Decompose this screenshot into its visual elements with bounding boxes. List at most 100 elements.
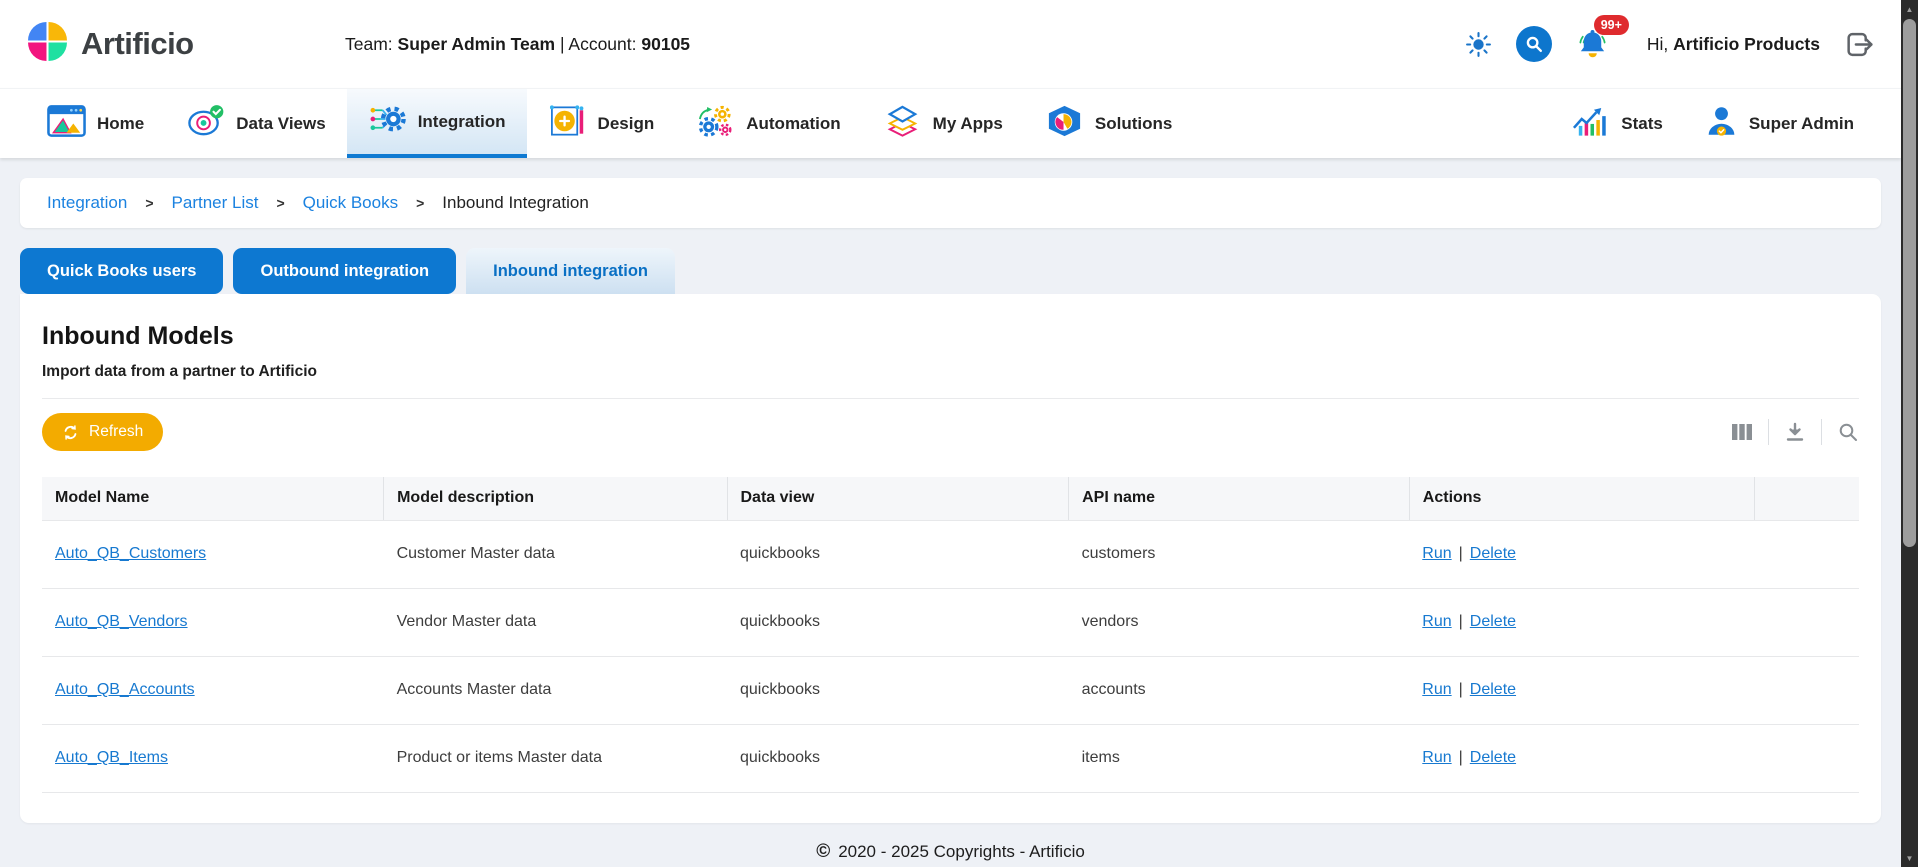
run-link[interactable]: Run	[1422, 749, 1451, 766]
nav-item-design[interactable]: Design	[527, 89, 676, 158]
main-nav: Home Data Views	[0, 88, 1901, 158]
model-name-link[interactable]: Auto_QB_Vendors	[55, 613, 188, 630]
run-link[interactable]: Run	[1422, 681, 1451, 698]
column-header-data-view: Data view	[727, 477, 1069, 520]
model-description-cell: Vendor Master data	[384, 588, 727, 656]
integration-tabs: Quick Books users Outbound integration I…	[20, 248, 1881, 294]
breadcrumb-partner-list[interactable]: Partner List	[172, 193, 259, 213]
delete-link[interactable]: Delete	[1470, 749, 1516, 766]
run-link[interactable]: Run	[1422, 545, 1451, 562]
scrollbar[interactable]: ▲ ▼	[1901, 0, 1918, 867]
table-header-row: Model Name Model description Data view A…	[42, 477, 1859, 520]
nav-item-solutions[interactable]: Solutions	[1024, 89, 1193, 158]
nav-item-data-views[interactable]: Data Views	[165, 89, 346, 158]
nav-item-stats[interactable]: Stats	[1550, 104, 1684, 143]
global-search-icon[interactable]	[1516, 26, 1552, 62]
table-row: Auto_QB_Customers Customer Master data q…	[42, 520, 1859, 588]
brand[interactable]: Artificio	[27, 21, 345, 67]
nav-label: Solutions	[1095, 114, 1172, 134]
model-name-link[interactable]: Auto_QB_Accounts	[55, 681, 195, 698]
run-link[interactable]: Run	[1422, 613, 1451, 630]
chevron-right-icon: >	[416, 195, 424, 211]
breadcrumb-current: Inbound Integration	[442, 193, 589, 213]
delete-link[interactable]: Delete	[1470, 545, 1516, 562]
data-view-cell: quickbooks	[727, 520, 1069, 588]
table-row: Auto_QB_Accounts Accounts Master data qu…	[42, 656, 1859, 724]
scrollbar-thumb[interactable]	[1903, 19, 1916, 547]
divider	[42, 398, 1859, 399]
column-visibility-icon[interactable]	[1731, 422, 1753, 442]
table-row: Auto_QB_Vendors Vendor Master data quick…	[42, 588, 1859, 656]
chevron-right-icon: >	[145, 195, 153, 211]
logout-icon[interactable]	[1844, 29, 1875, 60]
design-icon	[548, 104, 587, 143]
scroll-up-icon[interactable]: ▲	[1901, 1, 1918, 17]
divider	[1768, 419, 1769, 445]
action-separator: |	[1459, 613, 1463, 630]
model-description-cell: Product or items Master data	[384, 724, 727, 792]
nav-label: Design	[598, 114, 655, 134]
model-name-link[interactable]: Auto_QB_Items	[55, 749, 168, 766]
column-header-model-description: Model description	[384, 477, 727, 520]
nav-label: Data Views	[236, 114, 325, 134]
inbound-models-card: Inbound Models Import data from a partne…	[20, 294, 1881, 823]
stats-icon	[1571, 104, 1610, 143]
table-search-icon[interactable]	[1837, 421, 1859, 443]
nav-label: Super Admin	[1749, 114, 1854, 134]
action-separator: |	[1459, 545, 1463, 562]
api-name-cell: customers	[1069, 520, 1410, 588]
action-separator: |	[1459, 749, 1463, 766]
greeting-name: Artificio Products	[1673, 34, 1820, 54]
column-header-api-name: API name	[1069, 477, 1410, 520]
scroll-down-icon[interactable]: ▼	[1901, 850, 1918, 866]
action-separator: |	[1459, 681, 1463, 698]
nav-item-super-admin[interactable]: Super Admin	[1684, 104, 1875, 143]
model-name-link[interactable]: Auto_QB_Customers	[55, 545, 206, 562]
api-name-cell: items	[1069, 724, 1410, 792]
model-description-cell: Customer Master data	[384, 520, 727, 588]
table-toolbar: Refresh	[42, 413, 1859, 451]
data-view-cell: quickbooks	[727, 724, 1069, 792]
data-view-cell: quickbooks	[727, 588, 1069, 656]
tab-outbound-integration[interactable]: Outbound integration	[233, 248, 456, 294]
page-subtitle: Import data from a partner to Artificio	[42, 363, 1859, 381]
table-row: Auto_QB_Items Product or items Master da…	[42, 724, 1859, 792]
nav-item-automation[interactable]: Automation	[675, 89, 861, 158]
refresh-button[interactable]: Refresh	[42, 413, 163, 451]
data-view-cell: quickbooks	[727, 656, 1069, 724]
user-greeting: Hi, Artificio Products	[1647, 34, 1820, 55]
tab-inbound-integration[interactable]: Inbound integration	[466, 248, 675, 294]
nav-item-integration[interactable]: Integration	[347, 89, 527, 158]
super-admin-icon	[1705, 104, 1738, 143]
nav-item-my-apps[interactable]: My Apps	[862, 89, 1024, 158]
column-header-model-name: Model Name	[42, 477, 384, 520]
team-label: Team:	[345, 34, 393, 54]
page: Artificio Team: Super Admin Team | Accou…	[0, 0, 1901, 867]
nav-label: Home	[97, 114, 144, 134]
my-apps-icon	[883, 104, 922, 143]
download-icon[interactable]	[1784, 421, 1806, 443]
column-header-actions: Actions	[1409, 477, 1754, 520]
nav-label: Automation	[746, 114, 840, 134]
breadcrumb-quick-books[interactable]: Quick Books	[303, 193, 398, 213]
nav-label: My Apps	[933, 114, 1003, 134]
refresh-icon	[62, 424, 79, 441]
delete-link[interactable]: Delete	[1470, 613, 1516, 630]
breadcrumb: Integration > Partner List > Quick Books…	[20, 178, 1881, 228]
notifications-bell-icon[interactable]: 99+	[1576, 28, 1609, 61]
theme-sun-icon[interactable]	[1465, 31, 1492, 58]
nav-label: Stats	[1621, 114, 1663, 134]
breadcrumb-integration[interactable]: Integration	[47, 193, 127, 213]
account-label: Account:	[568, 34, 636, 54]
delete-link[interactable]: Delete	[1470, 681, 1516, 698]
nav-label: Integration	[418, 112, 506, 132]
notification-count-badge: 99+	[1594, 15, 1629, 35]
data-views-icon	[186, 104, 225, 143]
footer: © 2020 - 2025 Copyrights - Artificio	[0, 841, 1901, 863]
nav-item-home[interactable]: Home	[26, 89, 165, 158]
brand-name: Artificio	[81, 26, 194, 62]
tab-quick-books-users[interactable]: Quick Books users	[20, 248, 223, 294]
api-name-cell: vendors	[1069, 588, 1410, 656]
artificio-logo-icon	[27, 21, 68, 67]
team-value: Super Admin Team	[398, 34, 556, 54]
